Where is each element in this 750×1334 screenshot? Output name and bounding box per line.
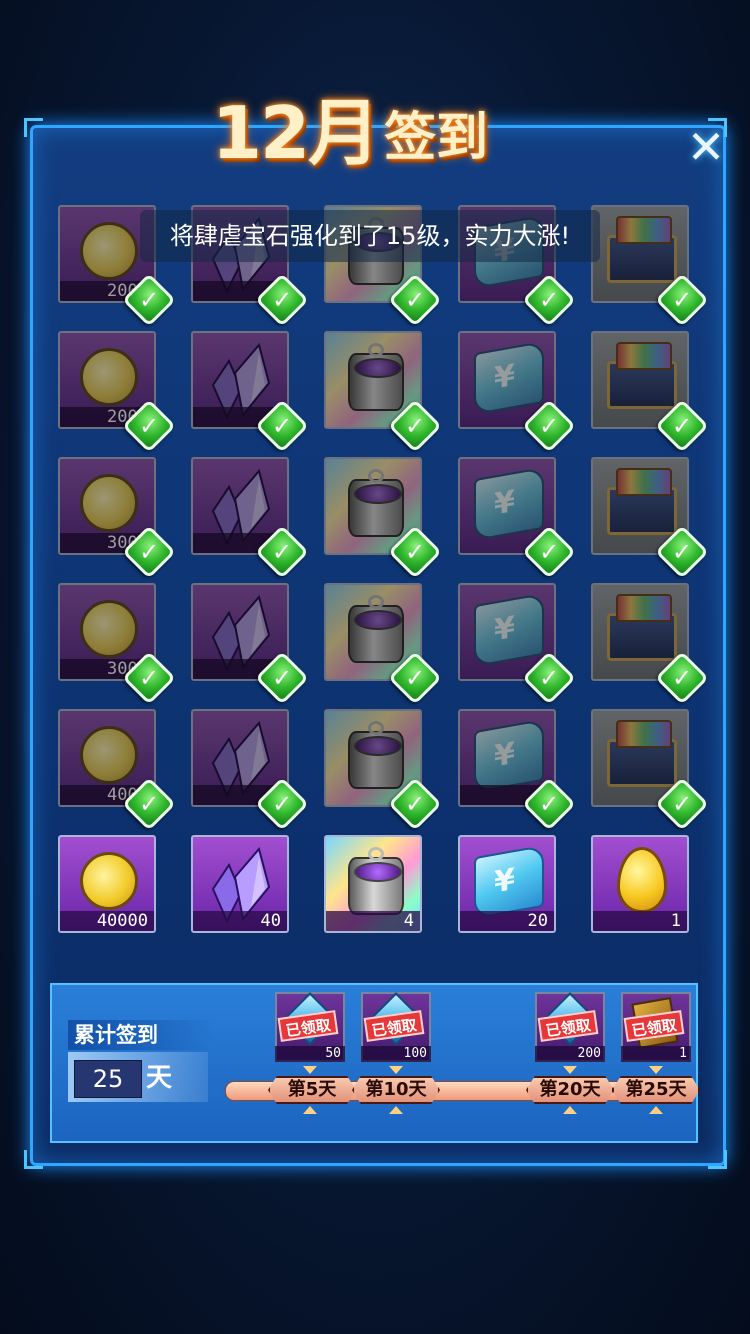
energy-can-icon — [348, 721, 404, 789]
energy-can-icon — [348, 343, 404, 411]
cumulative-reward[interactable]: 已领取 200 — [535, 992, 605, 1062]
panel-corner-decoration — [24, 1150, 43, 1169]
gold-coin-icon — [80, 852, 138, 910]
days-unit: 天 — [146, 1063, 173, 1093]
reward-quantity: 200 — [535, 1046, 605, 1062]
scroll-icon: ¥ — [474, 340, 544, 416]
card-chest-icon — [607, 342, 677, 409]
title-text: 签到 — [384, 108, 489, 168]
marker-down-icon — [649, 1066, 663, 1074]
gold-coin-icon — [80, 474, 138, 532]
reward-quantity: 1 — [621, 1046, 691, 1062]
marker-up-icon — [649, 1106, 663, 1114]
toast-message: 将肆虐宝石强化到了15级，实力大涨! — [140, 210, 600, 262]
scroll-icon: ¥ — [474, 592, 544, 668]
reward-quantity: 100 — [361, 1046, 431, 1062]
card-chest-icon — [607, 594, 677, 661]
marker-up-icon — [303, 1106, 317, 1114]
reward-quantity: 50 — [275, 1046, 345, 1062]
reward-cell-egg[interactable]: 1 — [591, 835, 689, 933]
title-month: 12月 — [211, 91, 380, 175]
reward-quantity: 40000 — [60, 911, 154, 931]
reward-quantity: 40 — [193, 911, 287, 931]
milestone-label: 第25天 — [612, 1076, 700, 1104]
card-chest-icon — [607, 216, 677, 283]
marker-down-icon — [389, 1066, 403, 1074]
days-count: 25 — [74, 1060, 142, 1098]
panel-corner-decoration — [24, 118, 43, 137]
gold-coin-icon — [80, 222, 138, 280]
card-chest-icon — [607, 468, 677, 535]
reward-quantity: 20 — [460, 911, 554, 931]
cumulative-reward[interactable]: 已领取 1 — [621, 992, 691, 1062]
gold-coin-icon — [80, 600, 138, 658]
cumulative-reward[interactable]: 已领取 50 — [275, 992, 345, 1062]
reward-quantity: 1 — [593, 911, 687, 931]
gold-coin-icon — [80, 348, 138, 406]
energy-can-icon — [348, 595, 404, 663]
marker-up-icon — [389, 1106, 403, 1114]
reward-cell-crystal[interactable]: 40 — [191, 835, 289, 933]
reward-cell-can[interactable]: 4 — [324, 835, 422, 933]
milestone-label: 第5天 — [268, 1076, 356, 1104]
close-icon[interactable]: ✕ — [684, 124, 728, 170]
marker-up-icon — [563, 1106, 577, 1114]
cumulative-label: 累计签到 — [68, 1020, 214, 1050]
milestone-label: 第10天 — [352, 1076, 440, 1104]
milestone-label: 第20天 — [526, 1076, 614, 1104]
energy-can-icon — [348, 847, 404, 915]
marker-down-icon — [563, 1066, 577, 1074]
reward-cell-coin[interactable]: 40000 — [58, 835, 156, 933]
page-title: 12月 签到 — [160, 78, 540, 178]
scroll-icon: ¥ — [474, 466, 544, 542]
scroll-icon: ¥ — [474, 718, 544, 794]
scroll-icon: ¥ — [474, 844, 544, 920]
panel-corner-decoration — [708, 1150, 727, 1169]
reward-quantity: 4 — [326, 911, 420, 931]
energy-can-icon — [348, 469, 404, 537]
reward-cell-scroll[interactable]: ¥20 — [458, 835, 556, 933]
marker-down-icon — [303, 1066, 317, 1074]
gold-coin-icon — [80, 726, 138, 784]
card-chest-icon — [607, 720, 677, 787]
golden-egg-icon — [617, 847, 667, 913]
cumulative-reward[interactable]: 已领取 100 — [361, 992, 431, 1062]
